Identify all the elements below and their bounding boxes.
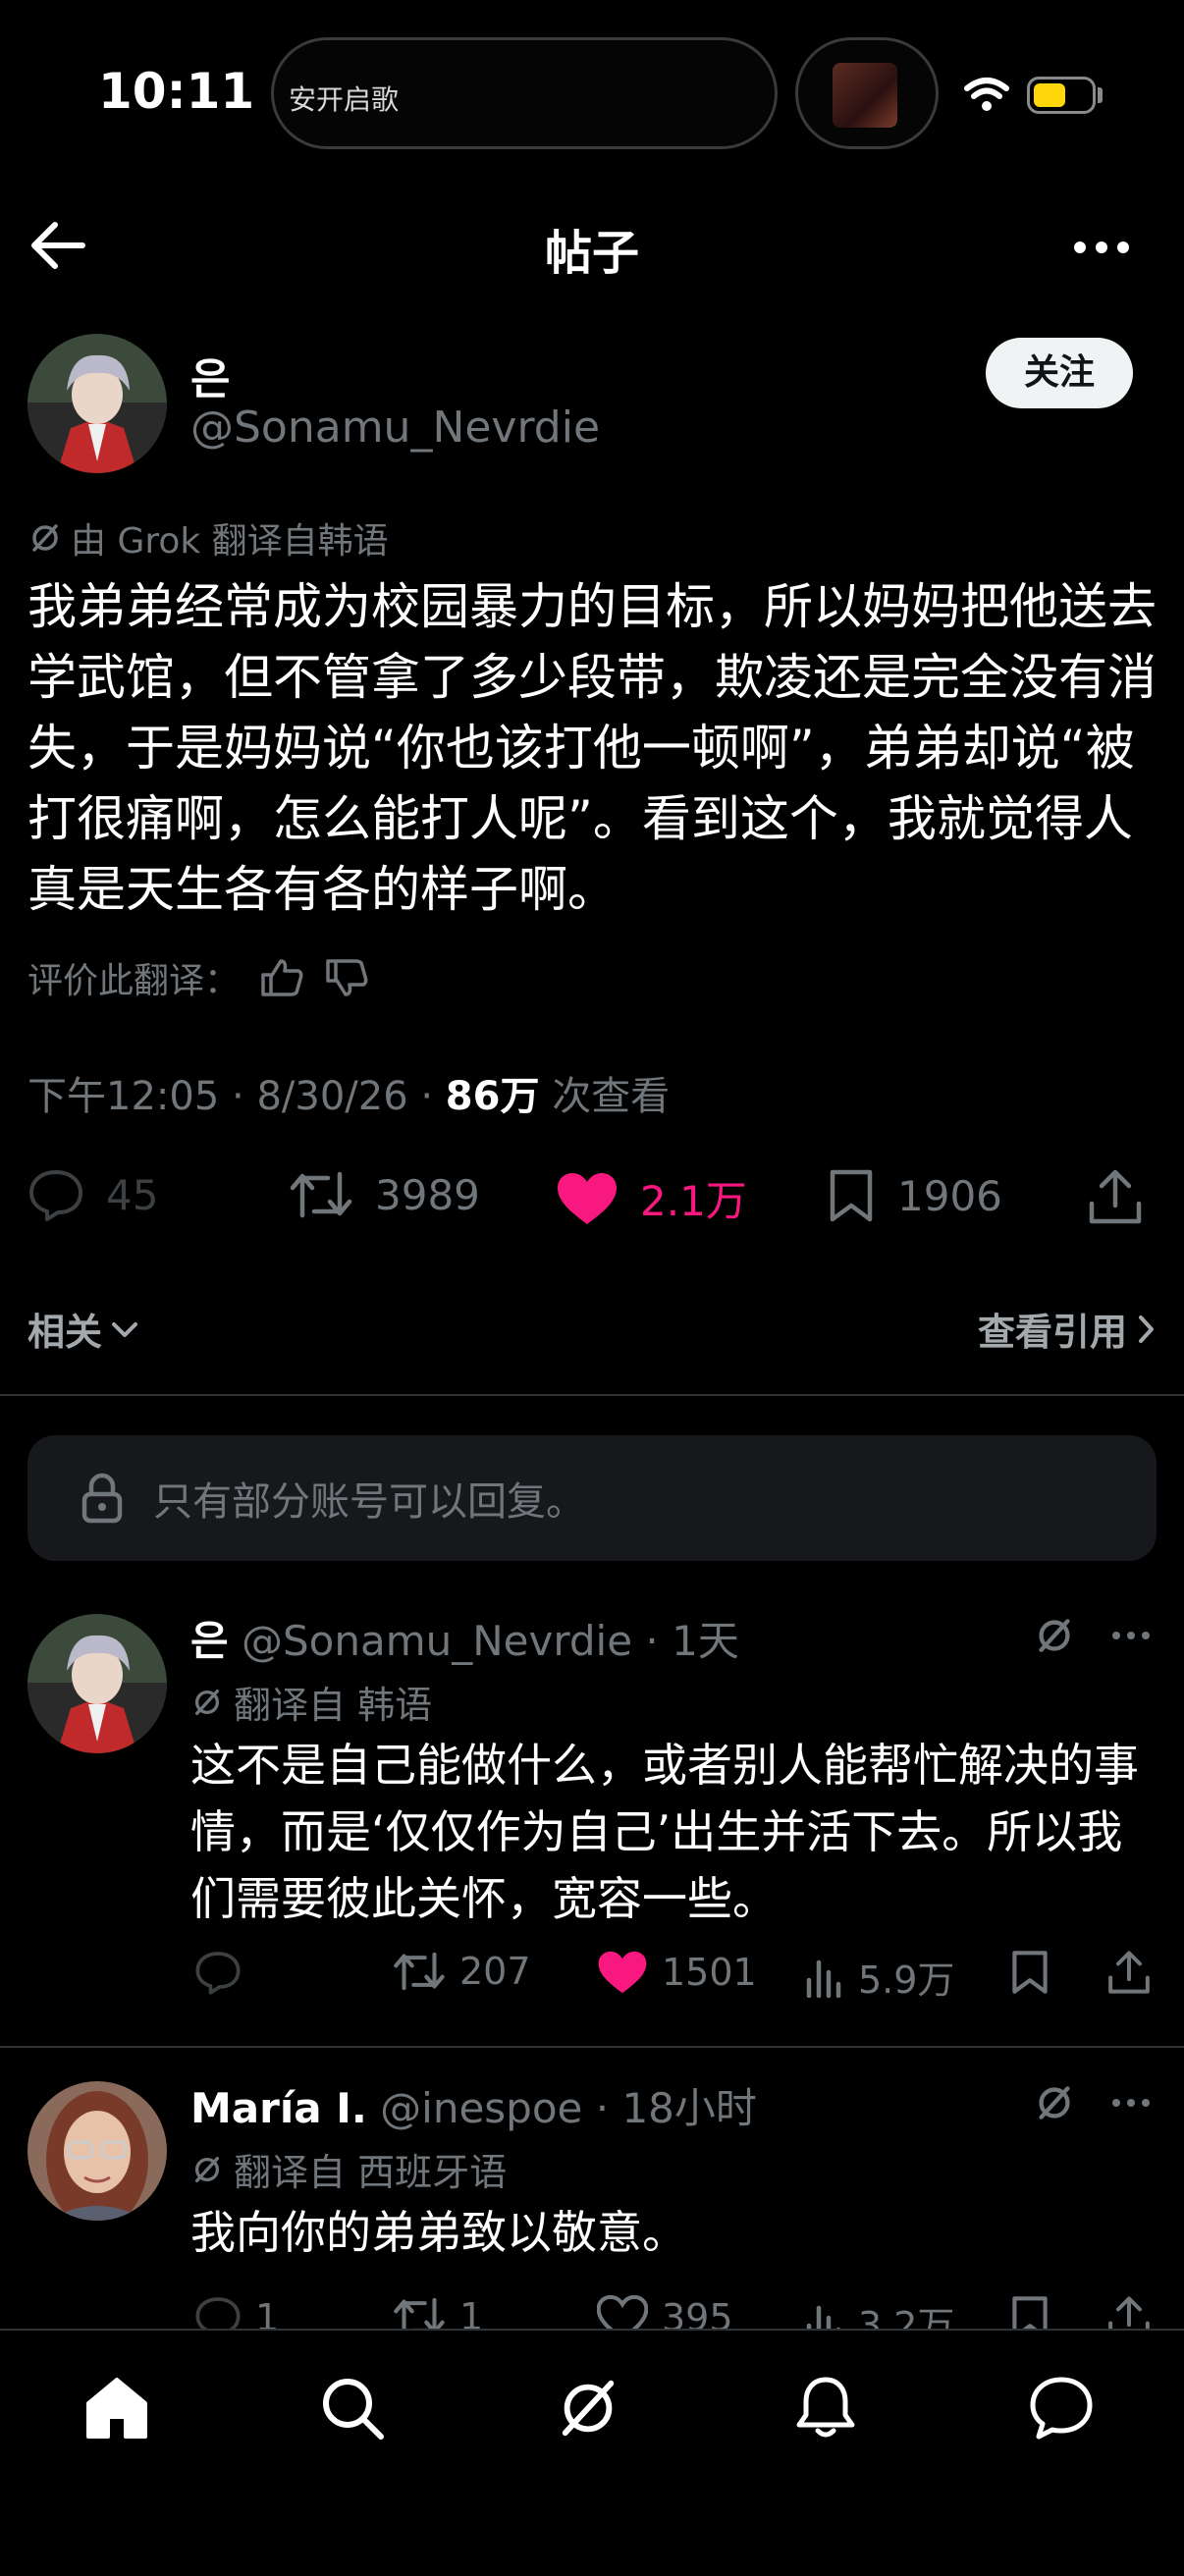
author-avatar[interactable] <box>27 334 167 473</box>
now-playing-text: 安开启歌 <box>289 83 400 116</box>
reply-body: 我向你的弟弟致以敬意。 <box>190 2206 687 2259</box>
share-action[interactable] <box>1088 1168 1143 1225</box>
author-name[interactable]: 은 <box>190 344 230 406</box>
battery-icon <box>1027 77 1096 114</box>
analytics-icon <box>805 1957 844 1998</box>
views-count: 86万 <box>445 1074 540 1119</box>
repost-icon <box>289 1168 353 1221</box>
grok-icon <box>27 520 63 556</box>
reply-time: 1天 <box>672 1617 739 1665</box>
views-label[interactable]: 次查看 <box>552 1074 670 1119</box>
views-action[interactable]: 5.9万 <box>805 1950 954 2004</box>
translation-notice: 由 Grok 翻译自韩语 <box>27 512 389 564</box>
reply-divider <box>0 2046 1184 2048</box>
post-actions: 45 3989 2.1万 1906 <box>0 1168 1184 1237</box>
reply-count: 45 <box>106 1170 159 1219</box>
search-icon[interactable] <box>318 2374 387 2442</box>
rate-translation-label: 评价此翻译： <box>27 961 241 1001</box>
heart-filled-icon <box>556 1171 619 1226</box>
status-time: 10:11 <box>98 63 255 120</box>
repost-action[interactable]: 3989 <box>289 1168 480 1221</box>
bookmark-icon <box>827 1168 876 1223</box>
like-action[interactable]: 2.1万 <box>556 1168 747 1228</box>
post-meta: 下午12:05 · 8/30/26 · 86万 次查看 <box>27 1074 671 1119</box>
reply-icon <box>194 1950 242 1995</box>
more-options-icon[interactable] <box>1111 1630 1151 1641</box>
chevron-down-icon <box>110 1318 139 1340</box>
views-count: 5.9万 <box>858 1959 955 2002</box>
messages-icon[interactable] <box>1027 2374 1096 2442</box>
home-icon[interactable] <box>82 2374 151 2442</box>
like-count: 2.1万 <box>640 1177 747 1225</box>
grok-icon[interactable] <box>1033 2081 1076 2124</box>
reply-restriction-text: 只有部分账号可以回复。 <box>153 1479 585 1525</box>
post-time: 下午12:05 <box>27 1074 220 1119</box>
bottom-nav <box>0 2329 1184 2576</box>
bookmark-icon <box>1009 1950 1050 1995</box>
bookmark-action[interactable] <box>1009 1950 1050 1995</box>
share-icon <box>1107 1950 1151 1995</box>
reply-translation-text: 翻译自 西班牙语 <box>234 2151 508 2194</box>
post-body: 我弟弟经常成为校园暴力的目标，所以妈妈把他送去学武馆，但不管拿了多少段带，欺凌还… <box>27 578 1157 918</box>
like-action[interactable]: 1501 <box>597 1950 757 1995</box>
share-icon <box>1088 1168 1143 1225</box>
reply-author-name[interactable]: María I. <box>190 2084 367 2132</box>
reply-avatar[interactable] <box>27 2081 167 2221</box>
reply-action[interactable] <box>194 1950 255 1995</box>
reply-author-name[interactable]: 은 <box>190 1617 229 1665</box>
grok-icon[interactable] <box>1033 1614 1076 1657</box>
grok-icon[interactable] <box>554 2374 622 2442</box>
lock-icon <box>81 1473 124 1524</box>
album-art-icon <box>833 63 897 128</box>
share-action[interactable] <box>1107 1950 1151 1995</box>
thumbs-up-icon[interactable] <box>259 957 304 998</box>
page-title: 帖子 <box>544 226 639 281</box>
repost-count: 207 <box>459 1950 531 1993</box>
reply-body: 这不是自己能做什么，或者别人能帮忙解决的事情，而是‘仅仅作为自己’出生并活下去。… <box>190 1739 1139 1925</box>
translation-notice-text: 由 Grok 翻译自韩语 <box>71 521 389 562</box>
reply-icon <box>27 1168 84 1221</box>
repost-icon <box>393 1950 446 1993</box>
reply-author-handle[interactable]: @inespoe <box>380 2084 582 2132</box>
repost-action[interactable]: 207 <box>393 1950 531 1993</box>
reply-avatar[interactable] <box>27 1614 167 1753</box>
author-handle[interactable]: @Sonamu_Nevrdie <box>190 402 600 453</box>
wifi-icon <box>964 77 1009 112</box>
follow-button[interactable]: 关注 <box>986 338 1133 408</box>
bookmark-count: 1906 <box>897 1171 1002 1220</box>
related-dropdown[interactable]: 相关 <box>27 1302 139 1356</box>
battery-cap <box>1098 87 1103 103</box>
like-count: 1501 <box>662 1951 757 1994</box>
reply-actions: 207 1501 5.9万 <box>190 1950 1182 2009</box>
reply-header: 은 @Sonamu_Nevrdie · 1天 <box>190 1617 739 1665</box>
reply-restriction-banner: 只有部分账号可以回复。 <box>27 1435 1157 1561</box>
repost-count: 3989 <box>375 1170 480 1219</box>
grok-icon <box>190 2153 224 2186</box>
notifications-bell-icon[interactable] <box>791 2374 860 2442</box>
heart-filled-icon <box>597 1950 648 1995</box>
reply-action[interactable]: 45 <box>27 1168 158 1221</box>
reply-header: María I. @inespoe · 18小时 <box>190 2084 757 2132</box>
view-quotes-label: 查看引用 <box>977 1311 1127 1354</box>
chevron-right-icon <box>1137 1314 1157 1345</box>
reply-translation-text: 翻译自 韩语 <box>234 1684 433 1727</box>
reply-translation-notice: 翻译自 西班牙语 <box>190 2142 507 2196</box>
reply-translation-notice: 翻译自 韩语 <box>190 1675 432 1729</box>
more-options-icon[interactable] <box>1111 2097 1151 2109</box>
reply-author-handle[interactable]: @Sonamu_Nevrdie <box>242 1617 632 1665</box>
related-label: 相关 <box>27 1311 103 1354</box>
more-options-icon[interactable] <box>1072 240 1131 255</box>
thumbs-down-icon[interactable] <box>324 957 369 998</box>
section-divider <box>0 1394 1184 1396</box>
bookmark-action[interactable]: 1906 <box>827 1168 1002 1223</box>
rate-translation: 评价此翻译： <box>27 952 369 1003</box>
reply-time: 18小时 <box>621 2084 757 2132</box>
view-quotes-link[interactable]: 查看引用 <box>978 1302 1157 1356</box>
grok-icon <box>190 1686 224 1719</box>
post-date: 8/30/26 <box>256 1074 408 1119</box>
